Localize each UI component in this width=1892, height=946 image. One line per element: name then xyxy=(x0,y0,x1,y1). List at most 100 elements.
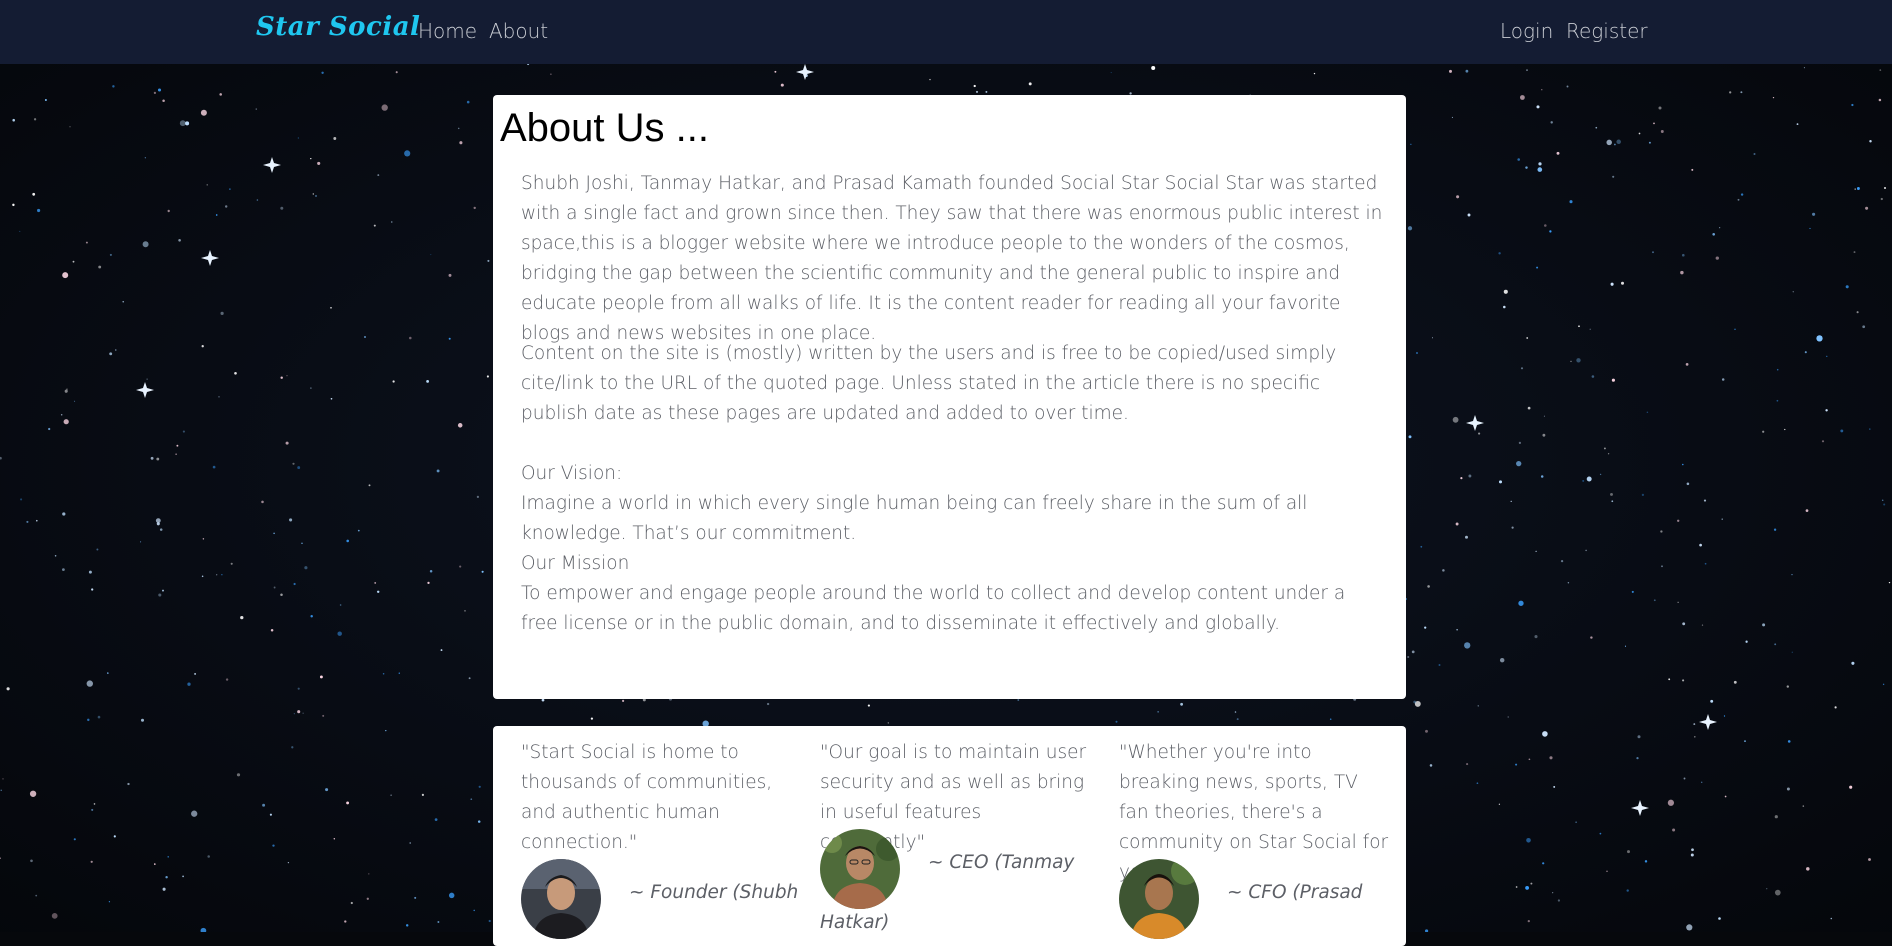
star-dot xyxy=(310,157,312,160)
star-dot xyxy=(1774,889,1781,896)
star-dot xyxy=(1520,367,1524,370)
star-dot xyxy=(1557,899,1561,902)
star-dot xyxy=(1776,399,1779,402)
nav-about-link[interactable]: About xyxy=(489,19,548,43)
star-dot xyxy=(297,137,300,139)
star-dot xyxy=(201,345,204,348)
star-dot xyxy=(1566,85,1569,88)
star-dot xyxy=(1686,482,1690,486)
star-dot xyxy=(405,924,409,927)
brand-logo[interactable]: Star Social xyxy=(256,12,420,42)
star-dot xyxy=(1715,256,1719,260)
star-dot xyxy=(1614,143,1616,146)
star-dot xyxy=(973,84,976,88)
star-dot xyxy=(477,820,481,823)
star-dot xyxy=(1526,69,1528,71)
star-dot xyxy=(1429,764,1433,767)
star-dot xyxy=(1854,188,1856,190)
star-dot xyxy=(409,842,412,844)
star-dot xyxy=(346,539,350,543)
star-dot xyxy=(1772,96,1775,99)
star-dot xyxy=(1552,892,1554,894)
star-dot xyxy=(1621,281,1624,285)
star-dot xyxy=(269,813,272,816)
star-dot xyxy=(301,542,303,544)
star-dot xyxy=(1413,700,1417,704)
star-dot xyxy=(96,548,99,551)
star-dot xyxy=(153,91,157,95)
star-dot xyxy=(374,581,377,584)
star-dot xyxy=(1637,735,1641,739)
star-dot xyxy=(1431,337,1434,339)
star-dot xyxy=(109,352,113,356)
star-dot xyxy=(1677,519,1680,522)
star-dot xyxy=(0,789,2,791)
star-dot xyxy=(1542,862,1545,865)
star-dot xyxy=(333,838,336,840)
star-dot xyxy=(1498,252,1501,255)
star-dot xyxy=(1467,213,1471,217)
star-dot xyxy=(466,100,470,104)
star-dot xyxy=(236,773,241,777)
member-role: ~ CEO (Tanmay xyxy=(928,852,1075,873)
star-dot xyxy=(1535,550,1537,553)
star-dot xyxy=(398,672,400,674)
star-dot xyxy=(12,118,15,122)
star-dot xyxy=(350,901,353,905)
star-dot xyxy=(206,184,208,186)
star-dot xyxy=(64,389,68,393)
star-dot xyxy=(1540,475,1544,478)
star-dot xyxy=(1499,657,1505,663)
star-dot xyxy=(1556,151,1560,155)
star-dot xyxy=(1862,325,1866,329)
star-dot xyxy=(1599,832,1602,835)
star-dot xyxy=(1660,530,1663,533)
star-dot xyxy=(1586,476,1592,482)
star-dot xyxy=(1180,702,1184,706)
star-dot xyxy=(162,99,165,102)
star-dot xyxy=(154,863,156,865)
avatar xyxy=(820,829,900,909)
star-dot xyxy=(434,818,438,821)
star-dot xyxy=(1476,782,1479,785)
star-dot xyxy=(473,206,476,210)
nav-login-link[interactable]: Login xyxy=(1500,19,1553,43)
star-dot xyxy=(1682,679,1685,682)
star-dot xyxy=(1610,282,1614,286)
star-dot xyxy=(1883,186,1887,190)
star-dot xyxy=(1569,200,1573,204)
nav-register-link[interactable]: Register xyxy=(1566,19,1648,43)
star-dot xyxy=(1699,543,1702,547)
star-dot xyxy=(1595,126,1598,129)
star-dot xyxy=(486,375,489,378)
star-dot xyxy=(1503,305,1506,309)
star-dot xyxy=(541,698,545,702)
star-dot xyxy=(140,718,145,722)
star-dot xyxy=(20,498,23,501)
star-dot xyxy=(322,714,325,717)
star-dot xyxy=(1740,91,1743,94)
star-dot xyxy=(1626,889,1629,892)
star-dot xyxy=(1851,661,1855,665)
star-dot xyxy=(1733,680,1737,684)
about-paragraph-founding: Shubh Joshi, Tanmay Hatkar, and Prasad K… xyxy=(521,173,1383,344)
star-dot xyxy=(162,887,166,891)
star-dot xyxy=(1636,756,1639,760)
star-dot xyxy=(286,375,288,377)
star-dot xyxy=(310,387,312,389)
star-dot xyxy=(1456,629,1458,631)
star-dot xyxy=(774,70,777,73)
star-dot xyxy=(1805,509,1809,512)
star-dot xyxy=(440,649,443,652)
star-dot xyxy=(1536,105,1540,109)
star-dot xyxy=(1809,227,1811,229)
star-dot xyxy=(1525,886,1529,890)
star-dot xyxy=(182,875,184,878)
star-dot xyxy=(1682,463,1684,466)
star-dot xyxy=(478,785,481,788)
mission-text: To empower and engage people around the … xyxy=(521,583,1346,634)
nav-home-link[interactable]: Home xyxy=(418,19,477,43)
star-dot xyxy=(48,427,51,431)
star-dot xyxy=(289,518,293,522)
star-dot xyxy=(1560,559,1564,563)
